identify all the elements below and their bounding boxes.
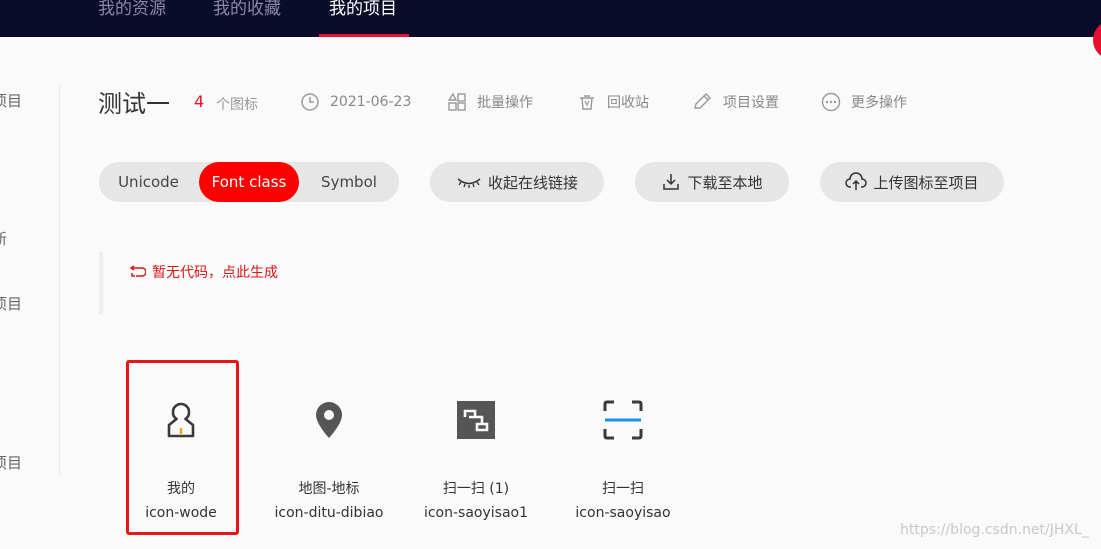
icon-code: icon-saoyisao1 — [423, 505, 529, 521]
mode-segmented-control: Unicode Font class Symbol — [99, 162, 399, 202]
more-operations-label: 更多操作 — [851, 95, 907, 111]
nav-my-projects[interactable]: 我的项目 — [329, 0, 397, 22]
nav-my-favorites[interactable]: 我的收藏 — [213, 0, 281, 22]
icon-count-label: 个图标 — [216, 97, 258, 113]
tab-symbol[interactable]: Symbol — [299, 162, 399, 202]
trash-icon — [580, 95, 594, 110]
tab-unicode[interactable]: Unicode — [99, 162, 198, 202]
batch-icon — [447, 92, 466, 111]
download-icon — [663, 174, 680, 190]
project-date-text: 2021-06-23 — [330, 94, 412, 110]
upload-to-project-button[interactable]: 上传图标至项目 — [820, 162, 1004, 202]
project-date: 2021-06-23 — [300, 90, 411, 114]
icon-name: 扫一扫 — [602, 481, 644, 497]
refresh-icon — [129, 265, 146, 277]
sidebar-item-new[interactable]: 新 — [0, 228, 7, 249]
icon-count: 4 — [194, 92, 205, 111]
map-pin-icon — [316, 402, 342, 438]
watermark: https://blog.csdn.net/JHXL_ — [900, 522, 1089, 538]
generate-code-label: 暂无代码，点此生成 — [152, 265, 278, 281]
tab-font-class[interactable]: Font class — [199, 162, 299, 202]
cloud-upload-icon — [845, 172, 868, 190]
sidebar-item-projects-3[interactable]: 项目 — [0, 452, 22, 473]
eye-closed-icon — [457, 178, 481, 188]
recycle-bin-button[interactable]: 回收站 — [577, 90, 649, 114]
selection-highlight-box — [126, 360, 239, 535]
upload-to-project-label: 上传图标至项目 — [873, 173, 979, 192]
active-tab-underline — [319, 34, 409, 37]
sidebar-divider — [59, 86, 60, 474]
project-settings-button[interactable]: 项目设置 — [691, 90, 779, 114]
generate-code-link[interactable]: 暂无代码，点此生成 — [128, 262, 278, 282]
icon-code: icon-ditu-dibiao — [274, 505, 384, 521]
more-operations-button[interactable]: 更多操作 — [821, 90, 907, 114]
batch-operation-label: 批量操作 — [477, 95, 533, 111]
recycle-bin-label: 回收站 — [607, 95, 649, 111]
collapse-online-link-label: 收起在线链接 — [487, 173, 578, 192]
more-dots-icon — [821, 92, 841, 112]
download-local-label: 下载至本地 — [687, 173, 763, 192]
pencil-icon — [694, 93, 711, 109]
scan-square-icon — [457, 401, 495, 439]
scan-frame-icon — [603, 400, 643, 440]
download-local-button[interactable]: 下载至本地 — [635, 162, 789, 202]
icon-card-saoyisao1[interactable]: 扫一扫 (1) icon-saoyisao1 — [401, 380, 551, 530]
collapse-online-link-button[interactable]: 收起在线链接 — [430, 162, 604, 202]
sidebar-item-projects[interactable]: 项目 — [0, 90, 22, 111]
clock-icon — [301, 93, 319, 111]
icon-card-saoyisao[interactable]: 扫一扫 icon-saoyisao — [548, 380, 698, 530]
project-settings-label: 项目设置 — [723, 95, 779, 111]
project-title: 测试一 — [98, 90, 170, 118]
code-area-border — [99, 252, 103, 314]
sidebar-item-projects-2[interactable]: 项目 — [0, 293, 22, 314]
icon-code: icon-saoyisao — [575, 505, 671, 521]
batch-operation-button[interactable]: 批量操作 — [447, 90, 533, 114]
icon-card-ditu-dibiao[interactable]: 地图-地标 icon-ditu-dibiao — [254, 380, 404, 530]
nav-my-resources[interactable]: 我的资源 — [98, 0, 166, 22]
icon-name: 扫一扫 (1) — [442, 481, 510, 497]
icon-name: 地图-地标 — [298, 481, 360, 497]
